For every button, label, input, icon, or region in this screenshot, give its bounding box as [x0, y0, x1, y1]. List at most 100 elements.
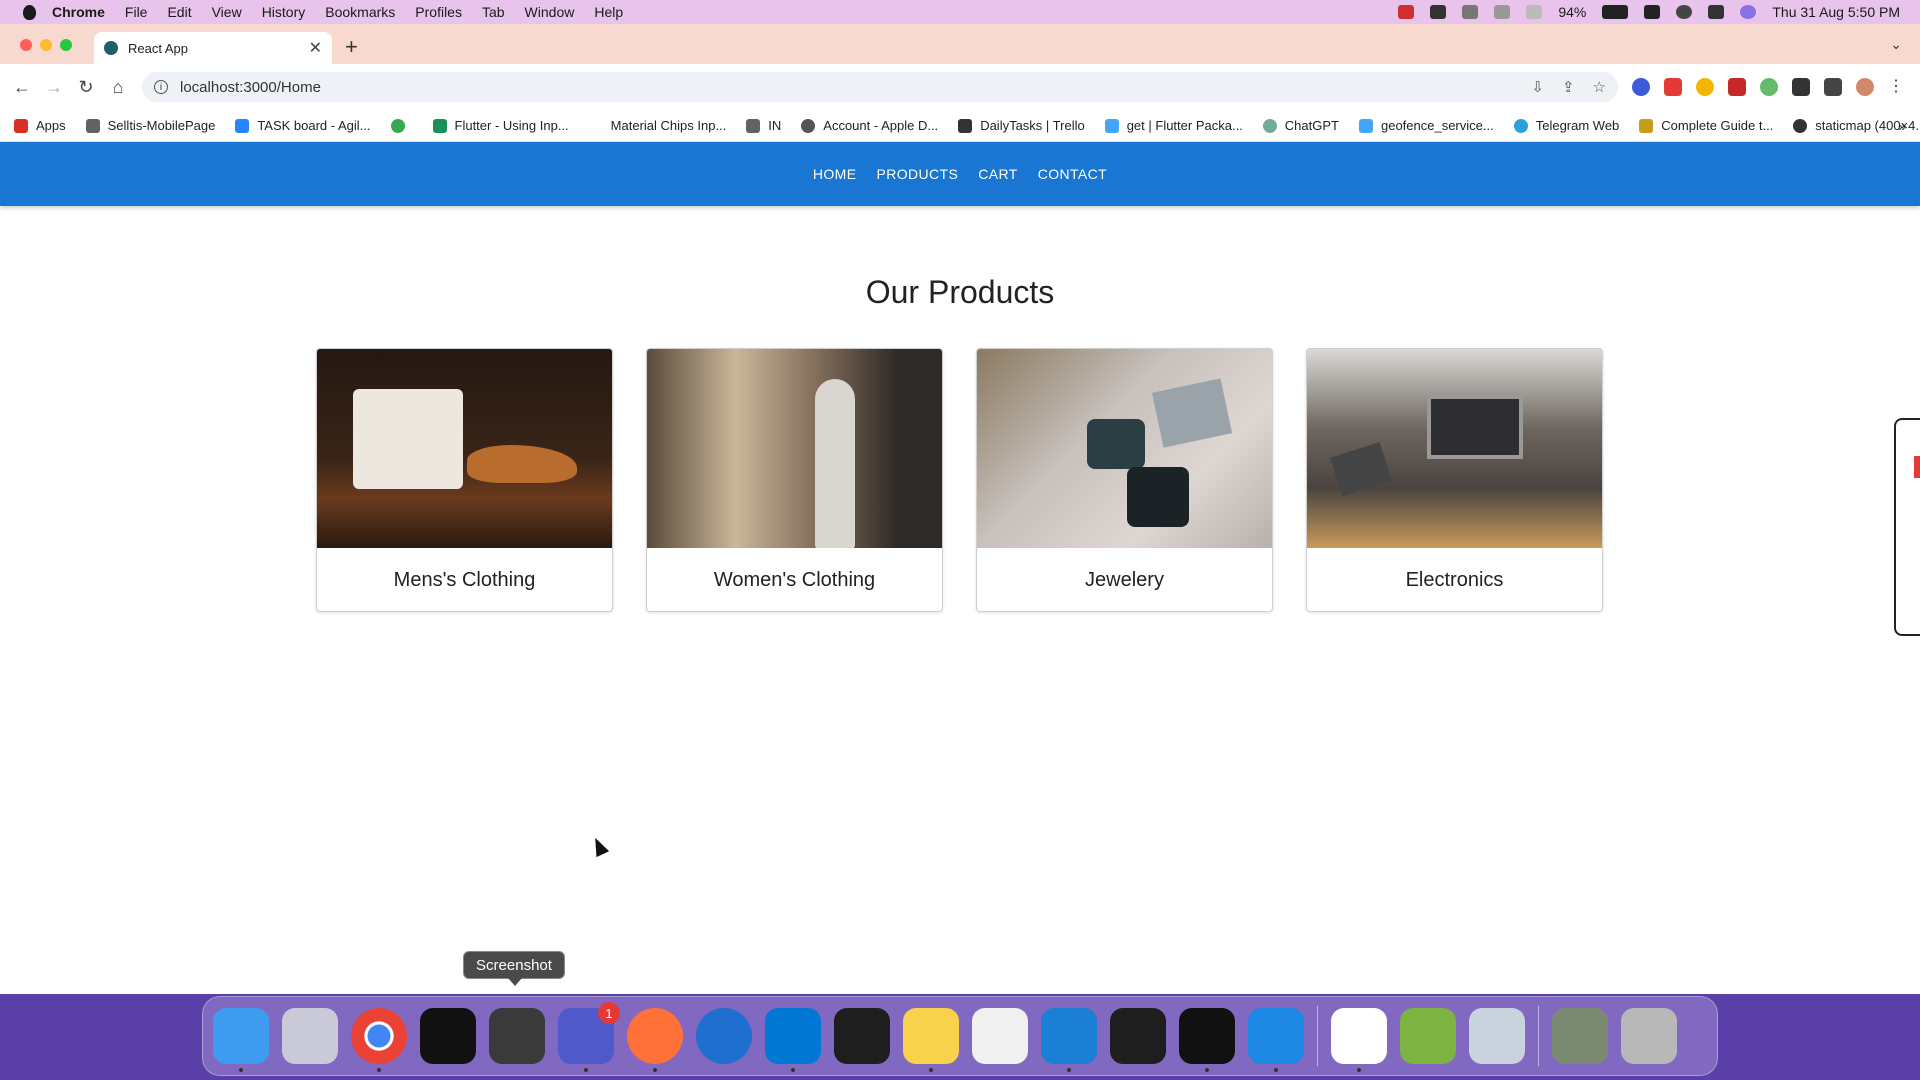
finder-icon[interactable]: [213, 1008, 269, 1072]
menu-view[interactable]: View: [212, 4, 242, 20]
new-tab-plus-icon[interactable]: +: [345, 34, 358, 60]
bookmarks-overflow-icon[interactable]: »: [1898, 118, 1906, 134]
bookmark-item[interactable]: Selltis-MobilePage: [85, 118, 215, 133]
android-studio-icon[interactable]: [1400, 1008, 1456, 1064]
menu-file[interactable]: File: [125, 4, 148, 20]
spotlight-search-icon[interactable]: [1676, 5, 1693, 19]
womens-clothing-image[interactable]: [647, 349, 942, 548]
menu-history[interactable]: History: [262, 4, 306, 20]
category-card-womens[interactable]: Women's Clothing: [646, 348, 943, 612]
electronics-image[interactable]: [1307, 349, 1602, 548]
extension-1-icon[interactable]: [1632, 78, 1650, 96]
minimize-window-button[interactable]: [40, 39, 52, 51]
siri-icon[interactable]: [1740, 5, 1757, 19]
xcode-instruments-icon[interactable]: [696, 1008, 752, 1064]
notes-icon[interactable]: [903, 1008, 959, 1072]
extension-5-icon[interactable]: [1760, 78, 1778, 96]
bookmark-item[interactable]: Account - Apple D...: [801, 118, 938, 133]
intellij-icon[interactable]: [420, 1008, 476, 1064]
reload-icon[interactable]: ↻: [70, 77, 102, 98]
category-card-mens[interactable]: Mens's Clothing: [316, 348, 613, 612]
menubar-clock[interactable]: Thu 31 Aug 5:50 PM: [1772, 4, 1900, 20]
launchpad-icon[interactable]: [282, 1008, 338, 1064]
mcafee-icon[interactable]: [1398, 5, 1415, 19]
forward-arrow-icon[interactable]: →: [38, 77, 70, 98]
wifi-icon[interactable]: [1644, 5, 1661, 19]
keyboard-icon[interactable]: [1430, 5, 1447, 19]
nav-contact-link[interactable]: CONTACT: [1038, 166, 1107, 182]
nav-cart-link[interactable]: CART: [978, 166, 1017, 182]
app-store-dev-icon[interactable]: [1248, 1008, 1304, 1072]
vscode-icon[interactable]: [765, 1008, 821, 1072]
jewelery-image[interactable]: [977, 349, 1272, 548]
bookmark-item[interactable]: Material Chips Inp...: [588, 118, 726, 133]
bookmark-item[interactable]: DailyTasks | Trello: [958, 118, 1085, 133]
bookmark-item[interactable]: IN: [746, 118, 781, 133]
battery-icon[interactable]: [1602, 5, 1629, 19]
chrome-tab-strip: React App ✕ + ⌄: [0, 24, 1920, 64]
v-icon: [1639, 118, 1654, 133]
extension-2-icon[interactable]: [1664, 78, 1682, 96]
menu-bookmarks[interactable]: Bookmarks: [325, 4, 395, 20]
xcode-icon[interactable]: [1041, 1008, 1097, 1072]
bookmark-item[interactable]: Flutter - Using Inp...: [432, 118, 569, 133]
bookmark-item[interactable]: get | Flutter Packa...: [1104, 118, 1243, 133]
bluetooth-off-icon[interactable]: [1494, 5, 1511, 19]
floating-side-widget[interactable]: [1894, 418, 1920, 636]
menu-window[interactable]: Window: [525, 4, 575, 20]
url-text[interactable]: localhost:3000/Home: [180, 79, 321, 96]
share-icon[interactable]: ⇪: [1562, 78, 1575, 96]
bookmark-item[interactable]: [390, 118, 413, 133]
profile-avatar[interactable]: [1856, 78, 1874, 96]
home-icon[interactable]: ⌂: [102, 77, 134, 98]
install-app-icon[interactable]: ⇩: [1531, 78, 1544, 96]
menu-profiles[interactable]: Profiles: [415, 4, 462, 20]
terminal-exec-icon[interactable]: [834, 1008, 890, 1064]
chrome-menu-icon[interactable]: ⋮: [1888, 78, 1906, 96]
trash-icon[interactable]: [1621, 1008, 1677, 1064]
bookmark-item[interactable]: TASK board - Agil...: [235, 118, 371, 133]
maximize-window-button[interactable]: [60, 39, 72, 51]
bookmark-item[interactable]: Apps: [14, 118, 66, 133]
address-bar[interactable]: i localhost:3000/Home ⇩ ⇪ ☆: [142, 72, 1618, 102]
terminal-icon[interactable]: [1179, 1008, 1235, 1072]
screenshot-icon[interactable]: [489, 1008, 545, 1064]
side-panel-icon[interactable]: [1824, 78, 1842, 96]
mens-clothing-image[interactable]: [317, 349, 612, 548]
site-navbar: HOME PRODUCTS CART CONTACT: [0, 142, 1920, 206]
close-window-button[interactable]: [20, 39, 32, 51]
nav-home-link[interactable]: HOME: [813, 166, 857, 182]
tab-search-chevron-icon[interactable]: ⌄: [1890, 36, 1902, 53]
tab-close-icon[interactable]: ✕: [309, 38, 322, 58]
menu-edit[interactable]: Edit: [167, 4, 191, 20]
bookmark-item[interactable]: Complete Guide t...: [1639, 118, 1773, 133]
photo-stack-icon[interactable]: [1552, 1008, 1608, 1064]
firefox-icon[interactable]: [627, 1008, 683, 1072]
bookmark-item[interactable]: Telegram Web: [1513, 118, 1619, 133]
textedit-icon[interactable]: [972, 1008, 1028, 1064]
control-center-icon[interactable]: [1708, 5, 1725, 19]
menu-help[interactable]: Help: [594, 4, 623, 20]
extension-4-icon[interactable]: [1728, 78, 1746, 96]
site-info-icon[interactable]: i: [154, 80, 168, 94]
apple-menu-icon[interactable]: [20, 5, 38, 20]
extensions-puzzle-icon[interactable]: [1792, 78, 1810, 96]
menu-tab[interactable]: Tab: [482, 4, 505, 20]
bookmark-star-icon[interactable]: ☆: [1593, 78, 1606, 96]
preview-icon[interactable]: [1469, 1008, 1525, 1064]
bookmark-item[interactable]: ChatGPT: [1262, 118, 1339, 133]
chrome-icon[interactable]: [351, 1008, 407, 1072]
extension-3-icon[interactable]: [1696, 78, 1714, 96]
display-icon[interactable]: [1526, 5, 1543, 19]
browser-tab-active[interactable]: React App ✕: [94, 32, 332, 64]
terminal-exec-icon-2[interactable]: [1110, 1008, 1166, 1064]
mongodb-icon[interactable]: [1331, 1008, 1387, 1072]
category-card-electronics[interactable]: Electronics: [1306, 348, 1603, 612]
nav-products-link[interactable]: PRODUCTS: [876, 166, 958, 182]
teams-icon[interactable]: 1: [558, 1002, 620, 1072]
menu-app-name[interactable]: Chrome: [52, 4, 105, 20]
mute-icon[interactable]: [1462, 5, 1479, 19]
bookmark-item[interactable]: geofence_service...: [1358, 118, 1494, 133]
back-arrow-icon[interactable]: ←: [6, 77, 38, 98]
category-card-jewelery[interactable]: Jewelery: [976, 348, 1273, 612]
